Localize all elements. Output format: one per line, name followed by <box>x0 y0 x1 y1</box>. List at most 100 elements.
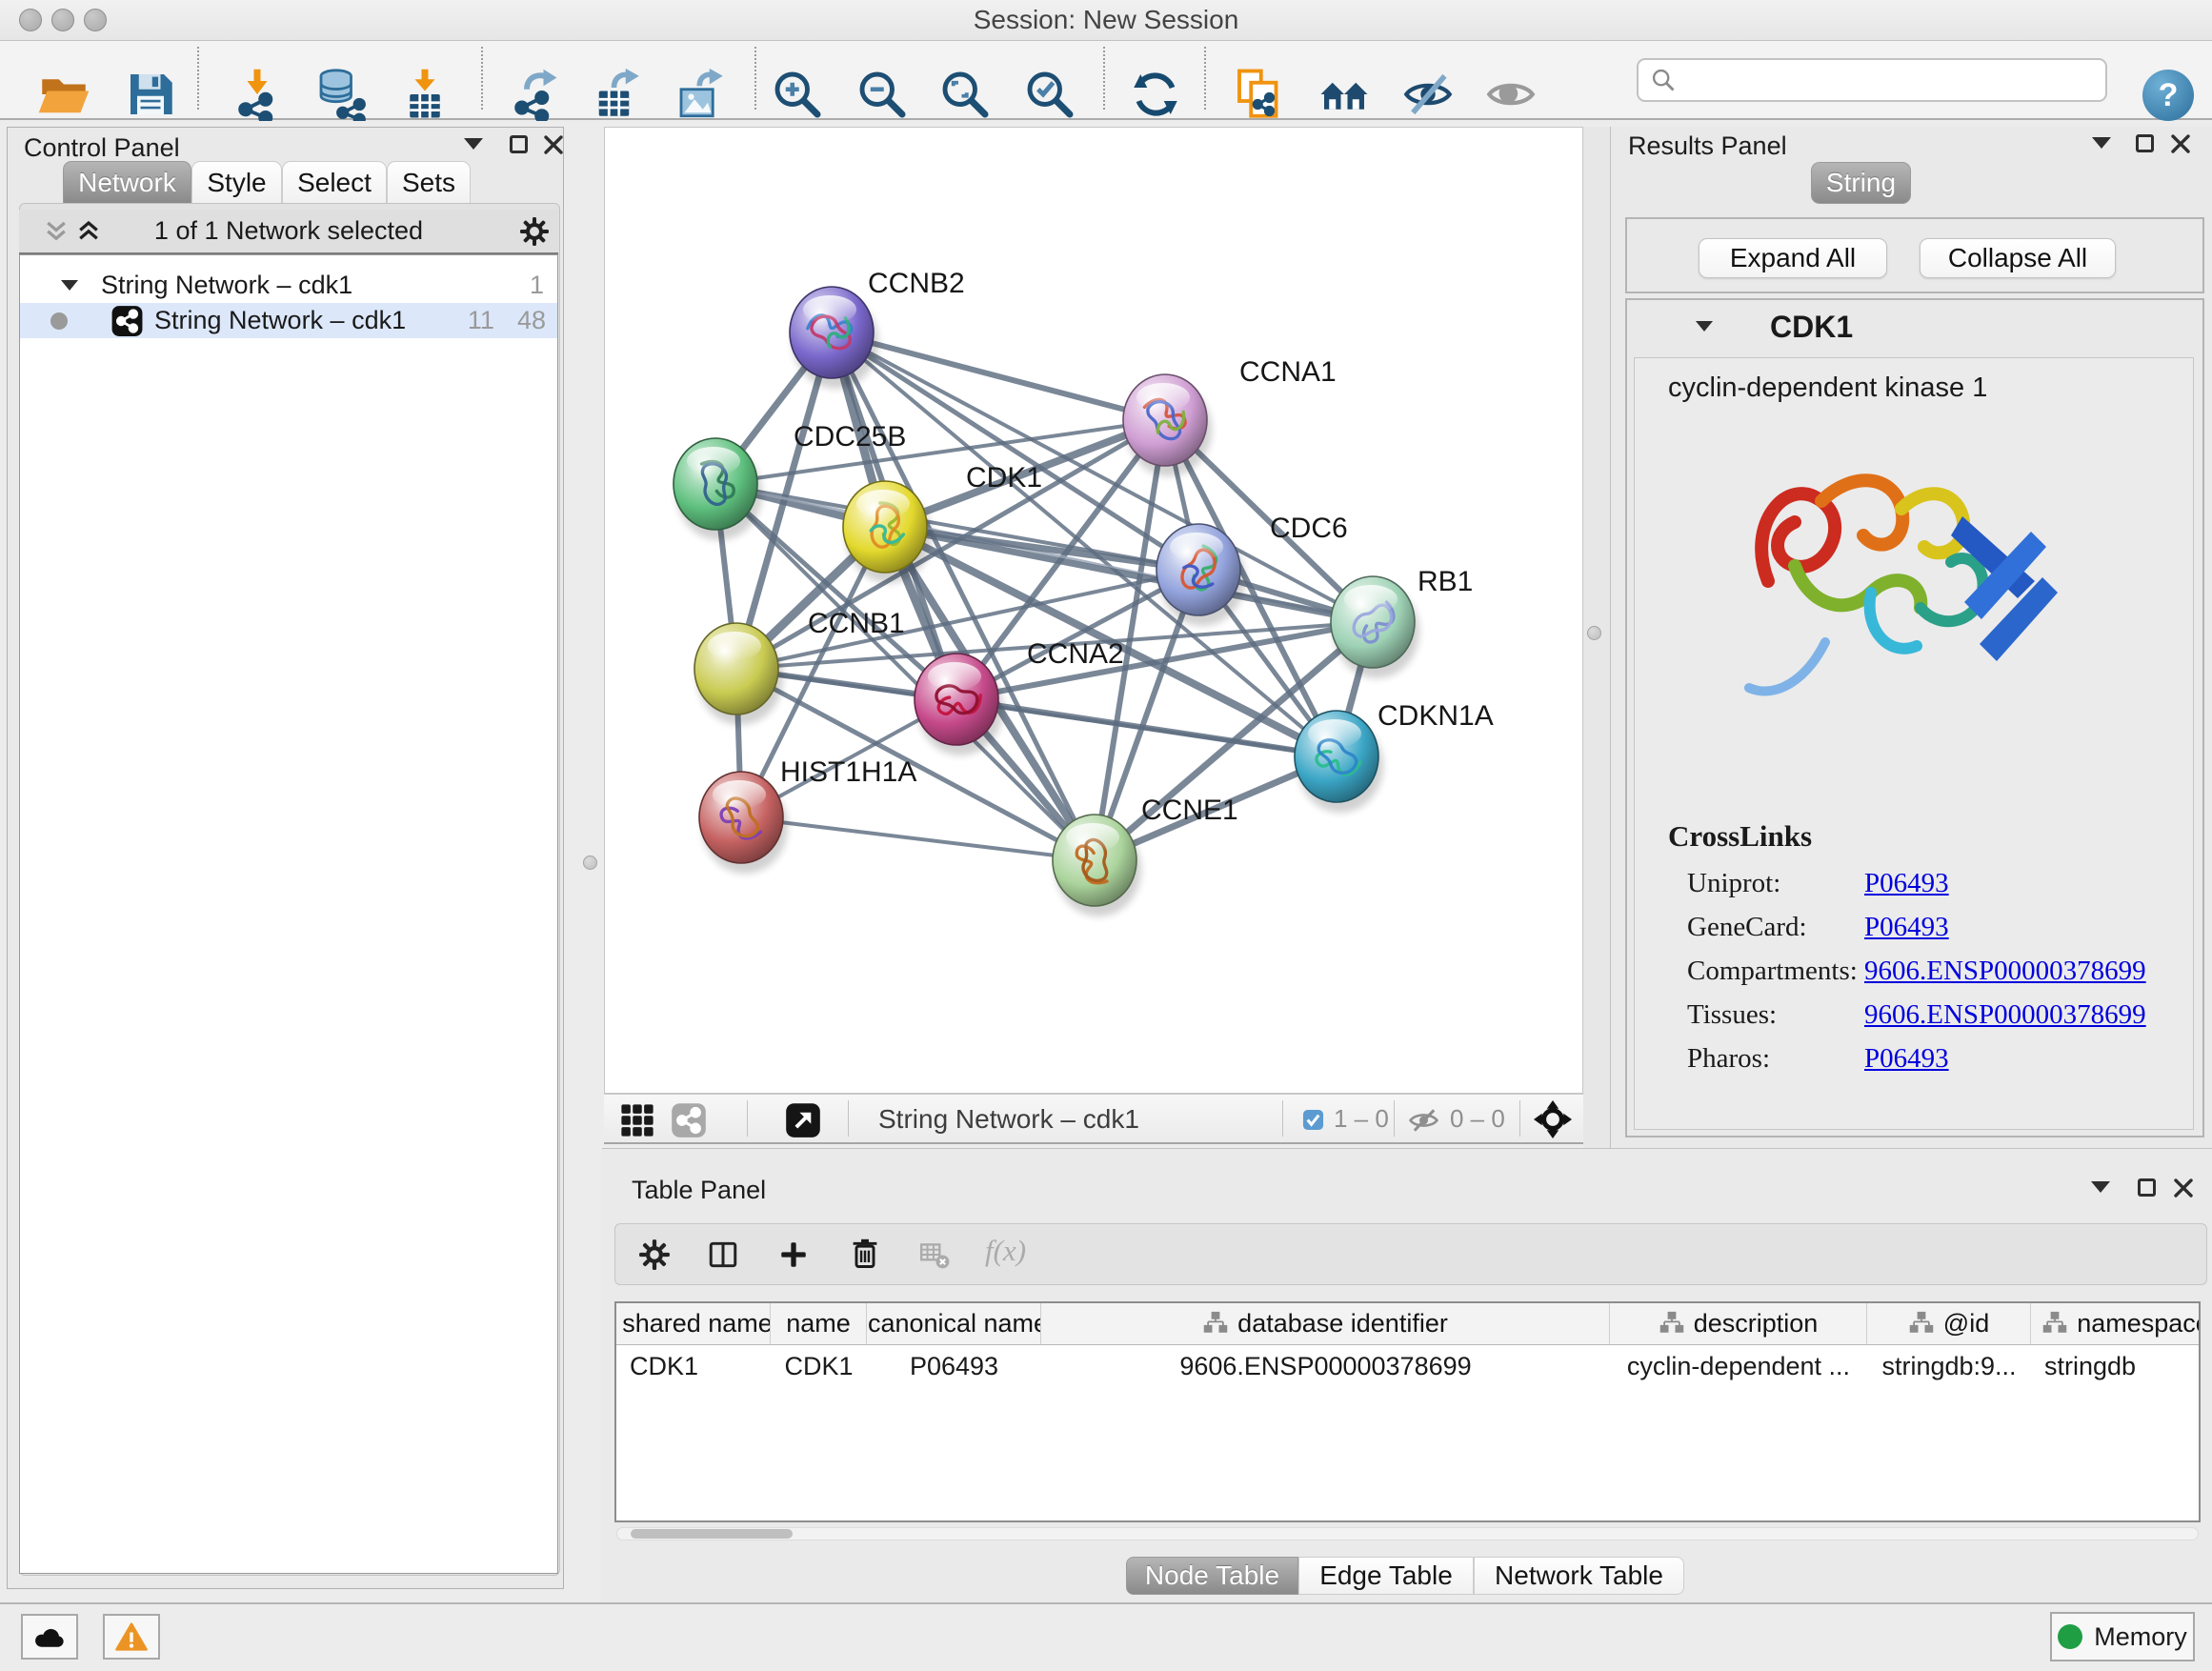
tab-edge-table[interactable]: Edge Table <box>1298 1557 1474 1595</box>
network-node-CDC25B[interactable] <box>674 438 762 540</box>
export-image-icon[interactable] <box>674 68 728 121</box>
table-cell[interactable]: CDK1 <box>771 1352 867 1381</box>
network-row-label: String Network – cdk1 <box>154 306 406 335</box>
panel-close-icon[interactable] <box>2172 1177 2195 1199</box>
column-header-name[interactable]: name <box>771 1303 867 1344</box>
section-expander-icon[interactable] <box>1696 321 1713 332</box>
tab-node-table[interactable]: Node Table <box>1126 1557 1298 1595</box>
crosslink-link[interactable]: 9606.ENSP00000378699 <box>1864 999 2146 1031</box>
panel-menu-icon[interactable] <box>464 138 483 150</box>
panel-close-icon[interactable] <box>542 133 565 156</box>
node-label-CCNA2: CCNA2 <box>1027 638 1124 670</box>
grid-view-icon[interactable] <box>619 1102 655 1138</box>
help-icon[interactable]: ? <box>2142 70 2194 121</box>
panel-close-icon[interactable] <box>2169 132 2192 155</box>
crosslink-row: GeneCard:P06493 <box>1687 905 2182 949</box>
zoom-in-icon[interactable] <box>771 68 824 121</box>
network-node-CCNA2[interactable] <box>915 654 1003 755</box>
tab-network[interactable]: Network <box>63 161 191 203</box>
add-column-icon[interactable] <box>777 1238 810 1271</box>
open-folder-icon[interactable] <box>37 68 90 121</box>
tab-network-table[interactable]: Network Table <box>1474 1557 1684 1595</box>
nodes-selected-checkbox[interactable] <box>1302 1109 1324 1131</box>
table-cell[interactable]: P06493 <box>867 1352 1041 1381</box>
application-window: Session: New Session <box>0 0 2212 1671</box>
expand-all-button[interactable]: Expand All <box>1699 238 1887 278</box>
node-label-CCNE1: CCNE1 <box>1141 795 1238 826</box>
column-header-database-identifier[interactable]: database identifier <box>1041 1303 1610 1344</box>
trash-icon[interactable] <box>848 1237 882 1271</box>
crosslink-link[interactable]: P06493 <box>1864 868 1949 899</box>
memory-button[interactable]: Memory <box>2050 1612 2195 1661</box>
panel-menu-icon[interactable] <box>2091 1181 2110 1193</box>
table-panel: Table Panel f(x) shared namenamecanonica… <box>602 1148 2212 1602</box>
eye-icon[interactable] <box>1484 68 1538 121</box>
tab-string[interactable]: String <box>1811 162 1911 204</box>
tab-sets[interactable]: Sets <box>387 161 471 203</box>
current-network-name: String Network – cdk1 <box>878 1095 1139 1143</box>
crosslink-link[interactable]: 9606.ENSP00000378699 <box>1864 956 2146 987</box>
panel-float-icon[interactable] <box>510 135 528 153</box>
table-cell[interactable]: cyclin-dependent ... <box>1610 1352 1867 1381</box>
open-in-new-icon[interactable] <box>785 1102 821 1138</box>
export-table-icon[interactable] <box>591 68 644 121</box>
network-node-HIST1H1A[interactable] <box>699 772 788 874</box>
column-header-namespace[interactable]: namespace <box>2031 1303 2201 1344</box>
column-header-shared-name[interactable]: shared name <box>616 1303 771 1344</box>
table-cell[interactable]: stringdb <box>2031 1352 2201 1381</box>
scrollbar-thumb[interactable] <box>631 1529 793 1539</box>
crosslink-link[interactable]: P06493 <box>1864 912 1949 943</box>
clone-network-icon[interactable] <box>1233 68 1286 121</box>
protein-structure-image <box>1711 433 2111 747</box>
network-node-RB1[interactable] <box>1331 576 1419 678</box>
zoom-selected-icon[interactable] <box>1023 68 1076 121</box>
panel-float-icon[interactable] <box>2136 134 2154 152</box>
search-input[interactable] <box>1677 61 2105 99</box>
crosslink-link[interactable]: P06493 <box>1864 1043 1949 1075</box>
panel-menu-icon[interactable] <box>2092 137 2111 149</box>
import-database-icon[interactable] <box>314 68 368 121</box>
node-label-HIST1H1A: HIST1H1A <box>780 756 916 788</box>
shared-column-icon <box>2041 1311 2068 1338</box>
import-network-icon[interactable] <box>231 68 284 121</box>
node-table: shared namenamecanonical namedatabase id… <box>614 1301 2201 1522</box>
network-view[interactable]: CCNB2CCNA1CDC25BCDK1CDC6RB1CCNB1CCNA2CDK… <box>604 127 1583 1094</box>
right-splitter-handle[interactable] <box>1587 626 1601 640</box>
crosslink-label: Pharos: <box>1687 1043 1864 1075</box>
eye-slash-icon[interactable] <box>1401 68 1455 121</box>
network-row-selected[interactable]: String Network – cdk1 11 48 <box>20 303 557 338</box>
refresh-icon[interactable] <box>1129 68 1182 121</box>
table-cell[interactable]: 9606.ENSP00000378699 <box>1041 1352 1610 1381</box>
column-header-canonical-name[interactable]: canonical name <box>867 1303 1041 1344</box>
network-node-CDK1[interactable] <box>843 481 932 583</box>
warning-button[interactable] <box>103 1614 160 1660</box>
string-share-icon[interactable] <box>671 1102 707 1138</box>
network-node-CDC6[interactable] <box>1156 524 1245 626</box>
houses-icon[interactable] <box>1317 68 1371 121</box>
tab-style[interactable]: Style <box>191 161 282 203</box>
columns-icon[interactable] <box>707 1238 739 1271</box>
gear-icon[interactable] <box>519 216 550 247</box>
column-header-description[interactable]: description <box>1610 1303 1867 1344</box>
collapse-all-button[interactable]: Collapse All <box>1920 238 2116 278</box>
table-row[interactable]: CDK1CDK1P064939606.ENSP00000378699cyclin… <box>616 1345 2199 1387</box>
import-table-icon[interactable] <box>398 68 452 121</box>
table-cell[interactable]: stringdb:9... <box>1867 1352 2031 1381</box>
export-network-icon[interactable] <box>507 68 560 121</box>
network-node-CDKN1A[interactable] <box>1295 711 1383 813</box>
crosshair-icon[interactable] <box>1534 1100 1572 1138</box>
network-collection-row[interactable]: String Network – cdk1 1 <box>20 268 557 303</box>
tree-expander-icon[interactable] <box>61 280 78 291</box>
column-header--id[interactable]: @id <box>1867 1303 2031 1344</box>
table-horizontal-scrollbar[interactable] <box>616 1527 2199 1540</box>
left-splitter-handle[interactable] <box>583 856 597 870</box>
cloud-button[interactable] <box>21 1614 78 1660</box>
gear-icon[interactable] <box>638 1238 671 1271</box>
zoom-fit-icon[interactable] <box>938 68 992 121</box>
panel-float-icon[interactable] <box>2138 1178 2156 1197</box>
table-cell[interactable]: CDK1 <box>616 1352 771 1381</box>
separator <box>848 1100 849 1137</box>
tab-select[interactable]: Select <box>282 161 387 203</box>
zoom-out-icon[interactable] <box>855 68 909 121</box>
save-icon[interactable] <box>124 68 177 121</box>
